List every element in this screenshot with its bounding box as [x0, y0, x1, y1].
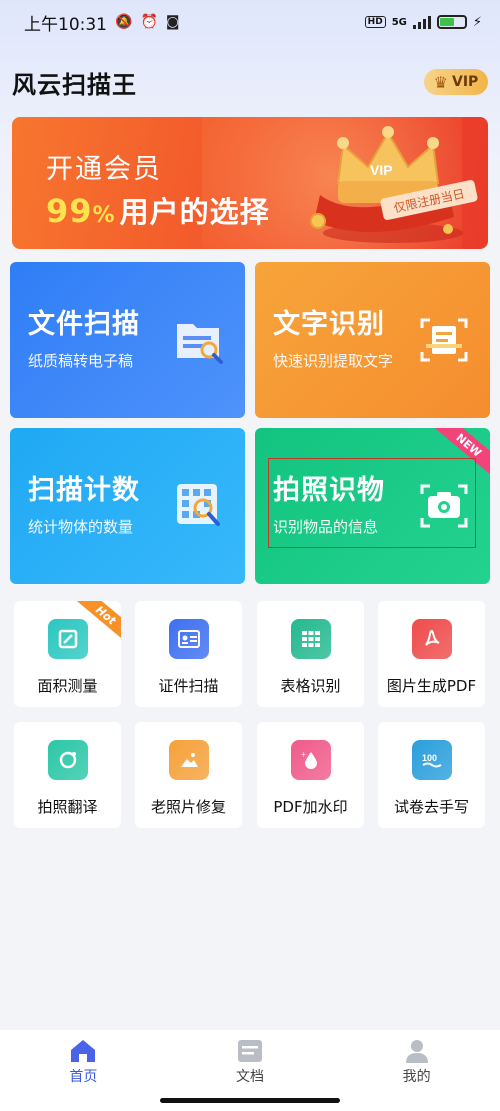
tool-label: 面积测量 — [37, 677, 98, 695]
tool-card-watermark[interactable]: + PDF加水印 — [257, 722, 364, 828]
tool-card-exam-clean[interactable]: 100 试卷去手写 — [378, 722, 485, 828]
network-type: 5G — [391, 16, 407, 28]
tool-card-id-card[interactable]: 证件扫描 — [135, 601, 242, 707]
shield-icon: ◙ — [165, 14, 180, 30]
banner-percent: 99 — [46, 192, 93, 230]
svg-text:+: + — [301, 750, 306, 759]
crown-icon: VIP 仅限注册当日 — [298, 125, 479, 245]
profile-icon — [405, 1040, 428, 1063]
tile-text-recognition[interactable]: 文字识别 快速识别提取文字 — [255, 262, 490, 418]
tile-title: 文字识别 — [273, 309, 385, 340]
banner-subtitle: 99% 用户的选择 — [46, 192, 270, 230]
tile-camera-identify[interactable]: NEW 拍照识物 识别物品的信息 — [255, 428, 490, 584]
tool-label: 证件扫描 — [158, 677, 219, 695]
tool-label: 拍照翻译 — [37, 798, 98, 816]
document-icon — [237, 1040, 262, 1062]
tile-title: 拍照识物 — [273, 475, 385, 506]
pdf-icon — [411, 619, 452, 659]
tile-subtitle: 纸质稿转电子稿 — [28, 352, 134, 370]
mute-notification-icon: 🔕 — [115, 14, 133, 30]
exam-clean-icon: 100 — [411, 740, 452, 780]
tool-label: 试卷去手写 — [393, 798, 469, 816]
signal-icon — [412, 15, 431, 29]
home-icon — [71, 1040, 96, 1062]
watermark-icon: + — [290, 740, 331, 780]
area-measure-icon — [47, 619, 88, 659]
table-icon — [290, 619, 331, 659]
vip-label: VIP — [452, 74, 479, 90]
app-title: 风云扫描王 — [12, 70, 137, 99]
nav-label: 我的 — [402, 1069, 431, 1085]
tool-card-translate-camera[interactable]: 拍照翻译 — [14, 722, 121, 828]
tile-subtitle: 识别物品的信息 — [273, 518, 379, 536]
status-bar: 上午10:31 🔕 ⏰ ◙ HD 5G ⚡ — [0, 0, 500, 44]
tile-subtitle: 快速识别提取文字 — [273, 352, 394, 370]
nav-home[interactable]: 首页 — [33, 1038, 133, 1086]
vip-button[interactable]: ♛ VIP — [424, 69, 488, 95]
photo-restore-icon — [168, 740, 209, 780]
crown-vip-text: VIP — [370, 162, 393, 178]
tool-card-pdf[interactable]: 图片生成PDF — [378, 601, 485, 707]
tile-subtitle: 统计物体的数量 — [28, 518, 134, 536]
camera-identify-icon — [418, 480, 470, 532]
nav-documents[interactable]: 文档 — [200, 1038, 300, 1086]
status-time: 上午10:31 — [24, 14, 107, 35]
battery-icon — [436, 15, 467, 29]
nav-label: 文档 — [235, 1069, 264, 1085]
tool-card-area-measure[interactable]: Hot 面积测量 — [14, 601, 121, 707]
svg-text:100: 100 — [422, 753, 437, 763]
home-indicator — [160, 1098, 340, 1103]
alarm-icon: ⏰ — [140, 14, 158, 30]
vip-crown-icon: ♛ — [433, 72, 449, 92]
tile-title: 文件扫描 — [28, 309, 140, 340]
banner-title: 开通会员 — [46, 154, 162, 185]
id-card-icon — [168, 619, 209, 659]
tool-card-table[interactable]: 表格识别 — [257, 601, 364, 707]
nav-label: 首页 — [69, 1069, 98, 1085]
tool-card-photo-restore[interactable]: 老照片修复 — [135, 722, 242, 828]
count-scan-icon — [173, 480, 225, 532]
translate-camera-icon — [47, 740, 88, 780]
nav-profile[interactable]: 我的 — [367, 1038, 467, 1086]
text-recognition-icon — [418, 314, 470, 366]
document-scan-icon — [173, 314, 225, 366]
tool-label: PDF加水印 — [273, 798, 348, 816]
tool-label: 图片生成PDF — [386, 677, 477, 695]
hd-icon: HD — [364, 16, 386, 28]
tile-title: 扫描计数 — [28, 475, 140, 506]
charging-icon: ⚡ — [472, 14, 482, 30]
membership-banner[interactable]: 开通会员 99% 用户的选择 VIP 仅限注册当日 — [12, 117, 488, 249]
tool-label: 老照片修复 — [150, 798, 226, 816]
tile-count-scan[interactable]: 扫描计数 统计物体的数量 — [10, 428, 245, 584]
tool-label: 表格识别 — [280, 677, 341, 695]
tile-document-scan[interactable]: 文件扫描 纸质稿转电子稿 — [10, 262, 245, 418]
app-header: 风云扫描王 ♛ VIP — [0, 62, 500, 102]
